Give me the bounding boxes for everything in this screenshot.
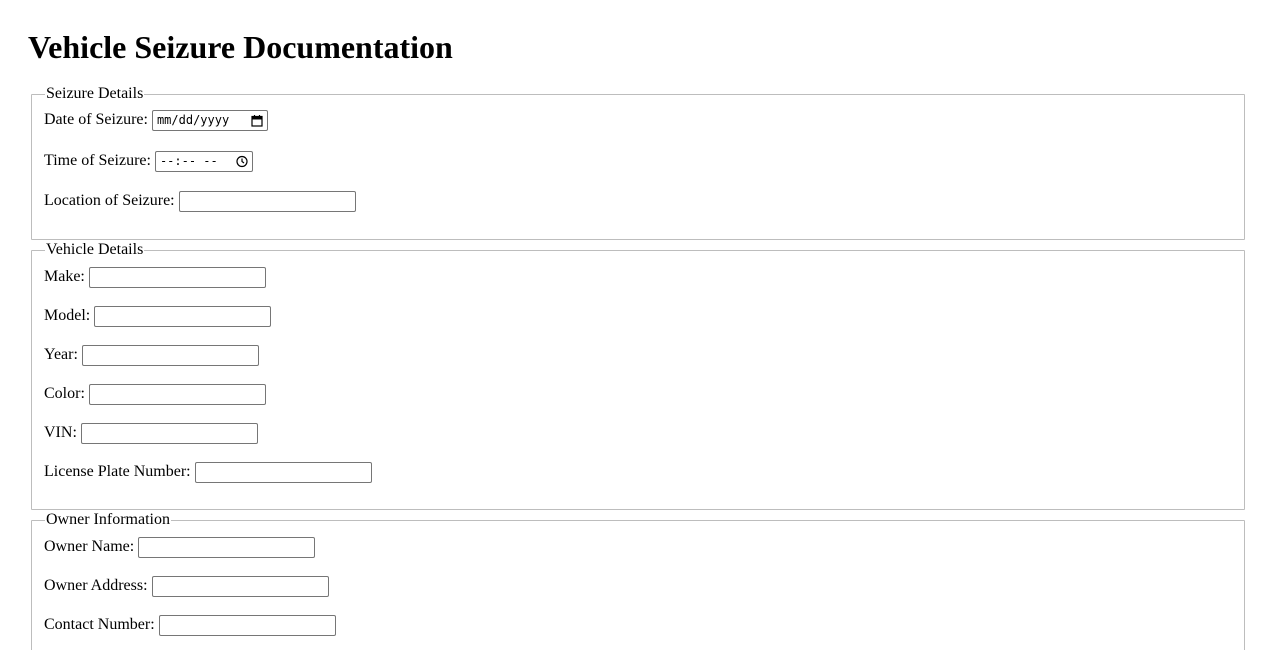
date-placeholder: mm/dd/yyyy [156,112,230,127]
vin-input[interactable] [80,422,258,444]
make-label: Make: [44,268,85,285]
make-row: Make: [44,266,266,288]
page: Vehicle Seizure Documentation Seizure De… [0,0,1278,650]
model-row: Model: [44,305,272,327]
owner-information-legend: Owner Information [45,511,171,529]
color-input[interactable] [88,383,266,405]
color-label: Color: [44,385,85,402]
seizure-details-legend: Seizure Details [45,85,145,103]
time-placeholder: --:-- -- [159,153,218,168]
calendar-icon[interactable] [251,114,263,127]
vin-label: VIN: [44,424,77,441]
owner-information-fieldset: Owner Information Owner Name: Owner Addr… [31,511,1245,650]
vehicle-details-fieldset: Vehicle Details Make: Model: Year: Color… [31,241,1245,510]
owner-name-input[interactable] [138,536,316,558]
owner-address-label: Owner Address: [44,577,148,594]
license-plate-row: License Plate Number: [44,461,372,483]
vin-row: VIN: [44,422,258,444]
vehicle-details-legend: Vehicle Details [45,241,145,259]
owner-address-row: Owner Address: [44,575,329,597]
make-input[interactable] [88,266,266,288]
year-input[interactable] [81,344,259,366]
time-of-seizure-label: Time of Seizure: [44,152,151,169]
location-of-seizure-label: Location of Seizure: [44,192,175,209]
location-of-seizure-input[interactable] [178,190,356,212]
time-of-seizure-input[interactable]: --:-- -- [154,150,253,172]
color-row: Color: [44,383,266,405]
date-of-seizure-label: Date of Seizure: [44,111,148,128]
contact-number-input[interactable] [158,614,336,636]
owner-name-row: Owner Name: [44,536,316,558]
date-of-seizure-row: Date of Seizure: mm/dd/yyyy [44,109,268,131]
year-label: Year: [44,346,78,363]
license-plate-input[interactable] [194,461,372,483]
location-of-seizure-row: Location of Seizure: [44,190,356,212]
model-label: Model: [44,307,91,324]
model-input[interactable] [94,305,272,327]
owner-name-label: Owner Name: [44,538,135,555]
seizure-details-fieldset: Seizure Details Date of Seizure: mm/dd/y… [31,85,1245,240]
contact-number-label: Contact Number: [44,616,155,633]
clock-icon[interactable] [236,155,248,168]
contact-number-row: Contact Number: [44,614,336,636]
owner-address-input[interactable] [151,575,329,597]
year-row: Year: [44,344,259,366]
page-title: Vehicle Seizure Documentation [28,29,453,65]
date-of-seizure-input[interactable]: mm/dd/yyyy [151,109,268,131]
time-of-seizure-row: Time of Seizure: --:-- -- [44,150,253,172]
license-plate-label: License Plate Number: [44,463,191,480]
